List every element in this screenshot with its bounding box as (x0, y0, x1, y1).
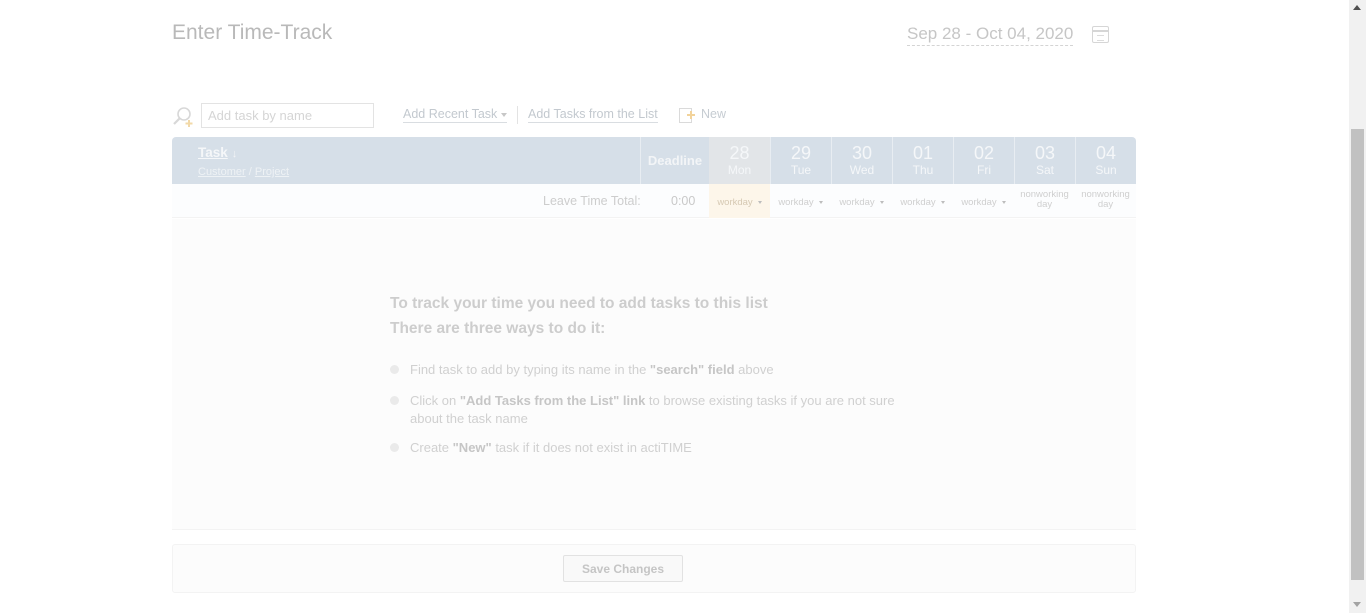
chevron-down-icon (818, 200, 823, 204)
day-name: Sun (1095, 163, 1117, 177)
sort-arrow-icon: ↓ (231, 148, 238, 160)
new-task-link[interactable]: New (701, 107, 726, 121)
hint-text: above (734, 362, 774, 377)
hint-text: task if it does not exist in actiTIME (491, 440, 692, 455)
new-task-icon[interactable] (679, 107, 696, 123)
leave-type-select-fri[interactable]: workday (953, 184, 1014, 218)
toolbar-divider (517, 106, 518, 124)
leave-type-value: workday (778, 197, 814, 208)
customer-sort-link[interactable]: Customer (198, 166, 246, 178)
leave-type-value: workday (961, 197, 997, 208)
empty-state-title-line1: To track your time you need to add tasks… (390, 295, 768, 312)
day-header-sat: 03 Sat (1014, 137, 1075, 184)
add-tasks-from-list-link[interactable]: Add Tasks from the List (528, 107, 658, 123)
scroll-up-arrow-icon[interactable] (1353, 5, 1361, 10)
bullet-dot-icon (390, 396, 399, 405)
day-name: Sat (1035, 163, 1054, 177)
link-separator: / (248, 166, 252, 178)
save-changes-button[interactable]: Save Changes (563, 555, 683, 582)
task-column-header: Task ↓ Customer / Project (198, 144, 289, 178)
hint-emphasis: "search" field (649, 362, 735, 377)
leave-type-value: workday (900, 197, 936, 208)
add-recent-task-label: Add Recent Task (403, 107, 498, 121)
date-range-selector[interactable]: Sep 28 - Oct 04, 2020 (907, 24, 1074, 46)
chevron-down-icon (1001, 200, 1006, 204)
day-header-mon: 28 Mon (709, 137, 770, 184)
day-header-wed: 30 Wed (831, 137, 892, 184)
timetrack-grid-header: Task ↓ Customer / Project Deadline 28 Mon… (172, 137, 1136, 184)
day-header-sun: 04 Sun (1075, 137, 1136, 184)
calendar-icon[interactable] (1092, 26, 1109, 43)
leave-type-select-wed[interactable]: workday (831, 184, 892, 218)
day-header-tue: 29 Tue (770, 137, 831, 184)
hint-emphasis: "Add Tasks from the List" link (459, 393, 646, 408)
day-name: Tue (790, 163, 812, 177)
day-name: Mon (727, 163, 752, 177)
day-header-thu: 01 Thu (892, 137, 953, 184)
leave-type-select-thu[interactable]: workday (892, 184, 953, 218)
task-sort-link[interactable]: Task (198, 145, 228, 160)
vertical-scrollbar[interactable] (1349, 0, 1366, 613)
day-name: Fri (977, 163, 991, 177)
project-sort-link[interactable]: Project (255, 166, 289, 178)
hint-text: Create (410, 440, 453, 455)
chevron-down-icon (501, 112, 508, 117)
leave-status-line2: day (1036, 199, 1053, 210)
hint-bullet-add-from-list: Click on "Add Tasks from the List" link … (390, 392, 910, 428)
leave-time-label: Leave Time Total: (543, 194, 641, 208)
leave-time-row: Leave Time Total: 0:00 workday workday w… (172, 184, 1136, 218)
add-recent-task-dropdown[interactable]: Add Recent Task (403, 107, 508, 123)
search-add-icon (173, 107, 193, 127)
deadline-column-header: Deadline (640, 137, 709, 184)
hint-text: Click on (410, 393, 460, 408)
leave-type-value: workday (839, 197, 875, 208)
leave-status-sat: nonworking day (1014, 184, 1075, 218)
leave-status-sun: nonworking day (1075, 184, 1136, 218)
day-number: 01 (912, 143, 934, 163)
empty-state-title: To track your time you need to add tasks… (390, 291, 768, 341)
chevron-down-icon (757, 200, 762, 204)
hint-bullet-new: Create "New" task if it does not exist i… (390, 439, 910, 457)
bullet-dot-icon (390, 443, 399, 452)
scroll-down-arrow-icon[interactable] (1353, 602, 1361, 607)
day-header-fri: 02 Fri (953, 137, 1014, 184)
bullet-dot-icon (390, 365, 399, 374)
task-search-input[interactable] (201, 103, 374, 128)
day-name: Wed (849, 163, 875, 177)
day-name: Thu (912, 163, 934, 177)
empty-state-title-line2: There are three ways to do it: (390, 320, 606, 337)
day-number: 03 (1034, 143, 1056, 163)
day-number: 02 (973, 143, 995, 163)
hint-bullet-search: Find task to add by typing its name in t… (390, 361, 910, 379)
leave-type-select-tue[interactable]: workday (770, 184, 831, 218)
day-number: 28 (729, 143, 750, 163)
leave-type-select-mon[interactable]: workday (709, 184, 770, 218)
day-number: 30 (851, 143, 873, 163)
leave-time-total: 0:00 (671, 194, 696, 208)
scrollbar-thumb[interactable] (1351, 129, 1364, 580)
leave-status-line2: day (1097, 199, 1114, 210)
timetrack-page: Enter Time-Track Sep 28 - Oct 04, 2020 A… (0, 0, 1349, 613)
chevron-down-icon (879, 200, 884, 204)
hint-text: Find task to add by typing its name in t… (410, 362, 650, 377)
day-number: 29 (790, 143, 812, 163)
page-title: Enter Time-Track (172, 21, 333, 44)
leave-type-value: workday (717, 197, 753, 208)
chevron-down-icon (940, 200, 945, 204)
hint-emphasis: "New" (452, 440, 492, 455)
day-number: 04 (1095, 143, 1117, 163)
